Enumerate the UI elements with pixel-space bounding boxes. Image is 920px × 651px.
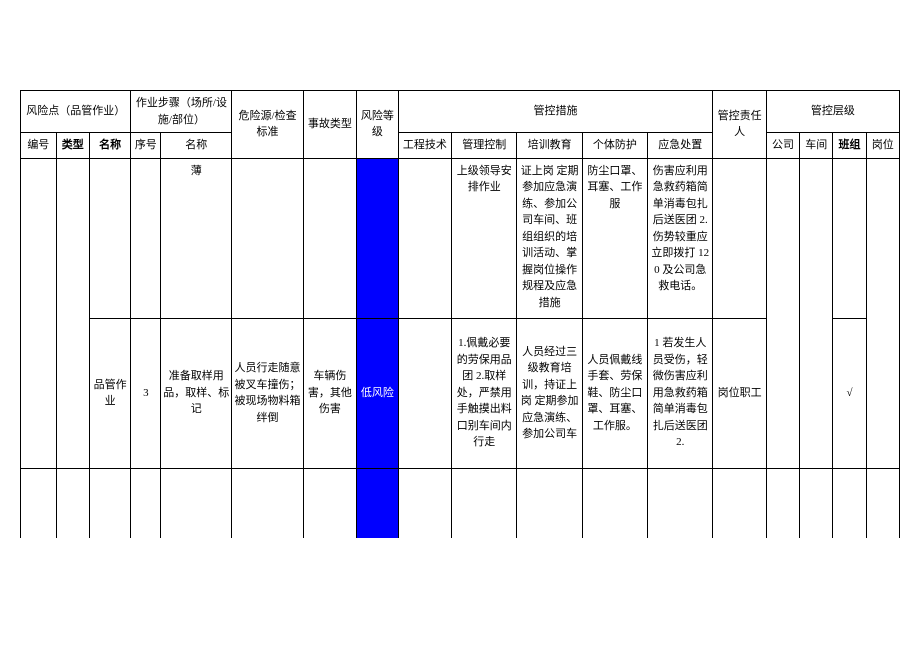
table-row-empty <box>21 468 900 538</box>
cell-empty <box>648 468 713 538</box>
cell-dengji <box>357 158 399 318</box>
cell-empty <box>303 468 356 538</box>
cell-empty <box>357 468 399 538</box>
cell-buzhou: 薄 <box>161 158 232 318</box>
cell-chejian <box>800 158 833 468</box>
cell-empty <box>131 468 161 538</box>
cell-yingji: 伤害应利用急救药箱简单消毒包扎后送医团 2.伤势较重应立即拨打 120 及公司急… <box>648 158 713 318</box>
header-row-2: 编号 类型 名称 序号 名称 工程技术 管理控制 培训教育 个体防护 应急处置 … <box>21 133 900 159</box>
hdr-peixun: 培训教育 <box>517 133 582 159</box>
cell-yingji: 1 若发生人员受伤，轻微伤害应利用急救药箱简单消毒包扎后送医团 2. <box>648 318 713 468</box>
cell-gongcheng <box>398 318 451 468</box>
hdr-chejian: 车间 <box>800 133 833 159</box>
table-row: 薄 上级领导安排作业 证上岗 定期参加应急演练、参加公司车间、班组组织的培训活动… <box>21 158 900 318</box>
hdr-accident: 事故类型 <box>303 91 356 159</box>
cell-banzu: √ <box>833 318 866 468</box>
cell-leixing <box>56 158 89 468</box>
cell-guanli: 上级领导安排作业 <box>452 158 517 318</box>
cell-xuhao <box>131 158 161 318</box>
cell-shigu <box>303 158 356 318</box>
hdr-bianhao: 编号 <box>21 133 57 159</box>
hdr-control-level: 管控层级 <box>766 91 899 133</box>
cell-empty <box>89 468 131 538</box>
hdr-mingcheng: 名称 <box>89 133 131 159</box>
cell-empty <box>833 468 866 538</box>
cell-empty <box>517 468 582 538</box>
cell-zeren: 岗位职工 <box>713 318 766 468</box>
hdr-risk-point: 风险点（品管作业） <box>21 91 131 133</box>
cell-gangwei <box>866 158 899 468</box>
hdr-yingji: 应急处置 <box>648 133 713 159</box>
cell-empty <box>56 468 89 538</box>
hdr-leixing: 类型 <box>56 133 89 159</box>
cell-weixian: 人员行走随意被叉车撞伤；被现场物料箱绊倒 <box>232 318 303 468</box>
cell-empty <box>21 468 57 538</box>
cell-geti: 人员佩戴线手套、劳保鞋、防尘口罩、耳塞、工作服。 <box>582 318 647 468</box>
hdr-guanli: 管理控制 <box>452 133 517 159</box>
hdr-work-step: 作业步骤（场所/设施/部位） <box>131 91 232 133</box>
hdr-responsible: 管控责任人 <box>713 91 766 159</box>
cell-empty <box>800 468 833 538</box>
hdr-banzu: 班组 <box>833 133 866 159</box>
cell-bianhao <box>21 158 57 468</box>
cell-banzu <box>833 158 866 318</box>
cell-empty <box>452 468 517 538</box>
risk-control-table: 风险点（品管作业） 作业步骤（场所/设施/部位） 危险源/检查标准 事故类型 风… <box>20 90 900 538</box>
cell-weixian <box>232 158 303 318</box>
hdr-gongsi: 公司 <box>766 133 799 159</box>
hdr-xuhao: 序号 <box>131 133 161 159</box>
cell-mingcheng <box>89 158 131 318</box>
cell-empty <box>713 468 766 538</box>
hdr-risk-level: 风险等级 <box>357 91 399 159</box>
cell-xuhao: 3 <box>131 318 161 468</box>
cell-buzhou: 准备取样用品，取样、标记 <box>161 318 232 468</box>
cell-gongsi <box>766 158 799 468</box>
hdr-geti: 个体防护 <box>582 133 647 159</box>
cell-empty <box>232 468 303 538</box>
hdr-buzhou: 名称 <box>161 133 232 159</box>
cell-zeren <box>713 158 766 318</box>
cell-peixun: 证上岗 定期参加应急演练、参加公司车间、班组组织的培训活动、掌握岗位操作规程及应… <box>517 158 582 318</box>
cell-empty <box>161 468 232 538</box>
cell-empty <box>766 468 799 538</box>
cell-geti: 防尘口罩、耳塞、工作服 <box>582 158 647 318</box>
cell-empty <box>866 468 899 538</box>
cell-empty <box>582 468 647 538</box>
cell-empty <box>398 468 451 538</box>
hdr-control-measure: 管控措施 <box>398 91 713 133</box>
cell-peixun: 人员经过三级教育培训，持证上岗 定期参加应急演练、参加公司车 <box>517 318 582 468</box>
header-row-1: 风险点（品管作业） 作业步骤（场所/设施/部位） 危险源/检查标准 事故类型 风… <box>21 91 900 133</box>
hdr-hazard: 危险源/检查标准 <box>232 91 303 159</box>
hdr-gangwei: 岗位 <box>866 133 899 159</box>
cell-gongcheng <box>398 158 451 318</box>
hdr-gongcheng: 工程技术 <box>398 133 451 159</box>
cell-shigu: 车辆伤害，其他伤害 <box>303 318 356 468</box>
cell-guanli: 1.佩戴必要的劳保用品团 2.取样处，严禁用手触摸出料口别车间内行走 <box>452 318 517 468</box>
cell-mingcheng: 品管作业 <box>89 318 131 468</box>
cell-dengji: 低风险 <box>357 318 399 468</box>
